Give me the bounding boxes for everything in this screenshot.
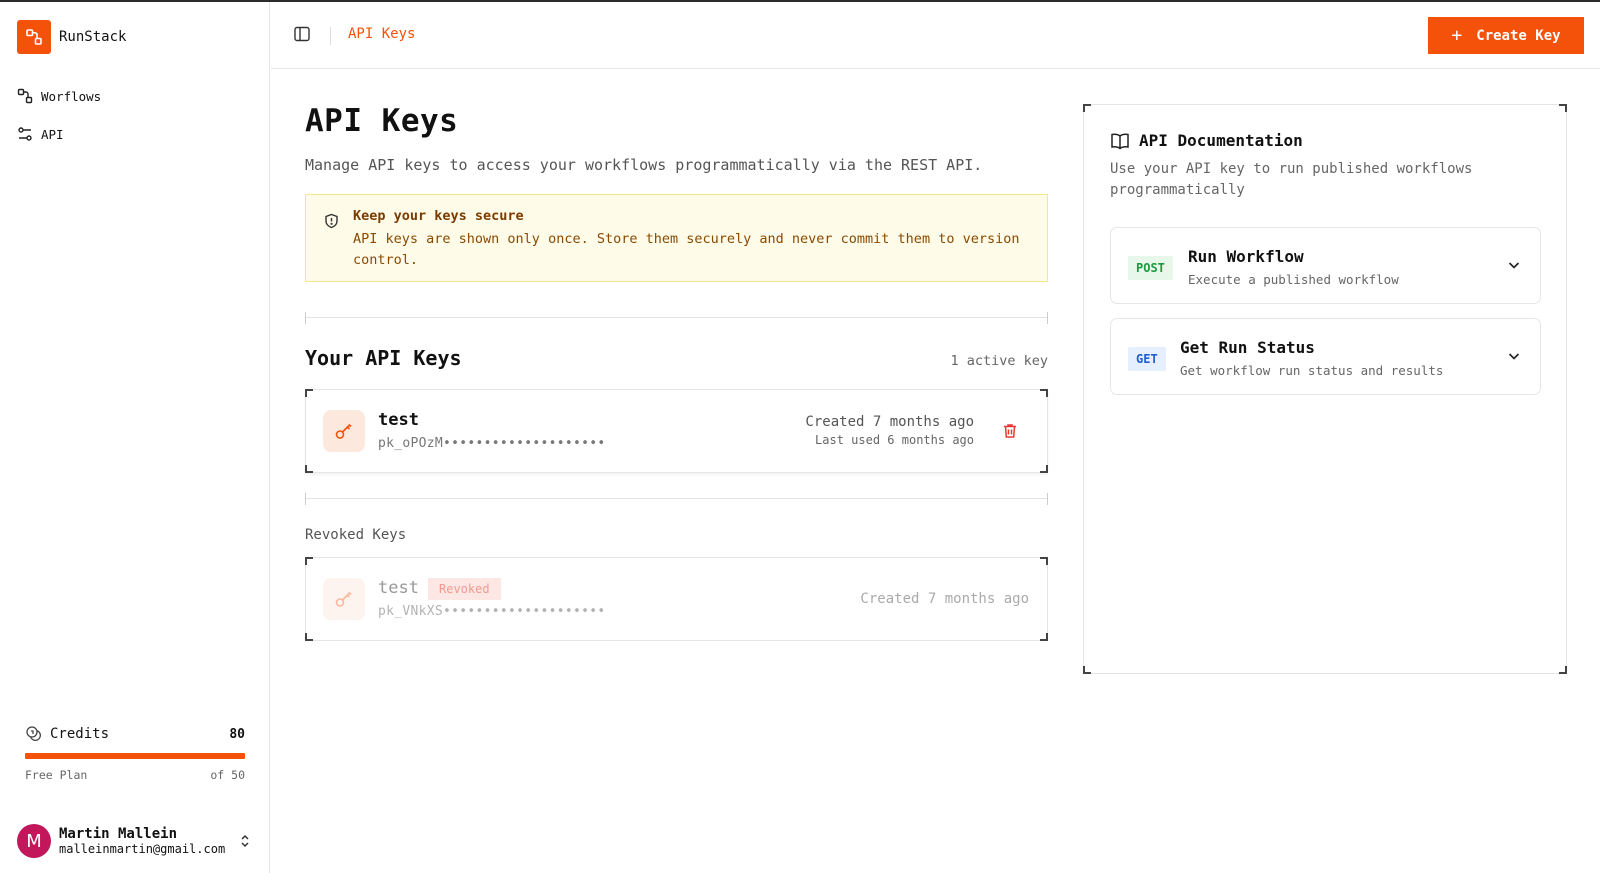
- api-docs-panel: API Documentation Use your API key to ru…: [1083, 104, 1567, 674]
- credits-progress-bar: [25, 753, 245, 759]
- endpoint-subtitle: Get workflow run status and results: [1180, 363, 1444, 378]
- docs-description: Use your API key to run published workfl…: [1110, 161, 1473, 198]
- key-masked-value: pk_VNkXS••••••••••••••••••••: [378, 604, 606, 619]
- revoked-keys-title: Revoked Keys: [305, 527, 407, 543]
- key-icon: [323, 410, 365, 452]
- user-name: Martin Mallein: [59, 826, 178, 842]
- plan-name: Free Plan: [25, 768, 88, 782]
- top-header: API Keys + Create Key: [271, 2, 1600, 69]
- book-open-icon: [1111, 133, 1129, 149]
- section-divider: [305, 312, 1048, 324]
- key-created: Created 7 months ago: [805, 414, 974, 430]
- method-badge: GET: [1128, 347, 1166, 371]
- key-masked-value: pk_oPOzM••••••••••••••••••••: [378, 436, 606, 451]
- coins-icon: [26, 726, 42, 742]
- sidebar-item-api[interactable]: API: [17, 123, 101, 145]
- workflow-icon: [17, 88, 33, 104]
- credits-total: of 50: [210, 768, 245, 782]
- alert-text: API keys are shown only once. Store them…: [353, 231, 1020, 268]
- sidebar-item-label: API: [41, 126, 64, 142]
- docs-title: API Documentation: [1110, 131, 1303, 150]
- endpoint-run-workflow[interactable]: POST Run Workflow Execute a published wo…: [1110, 227, 1541, 304]
- brand[interactable]: RunStack: [17, 20, 126, 54]
- key-last-used: Last used 6 months ago: [815, 433, 974, 447]
- page-description: Manage API keys to access your workflows…: [305, 156, 983, 174]
- user-menu[interactable]: M Martin Mallein malleinmartin@gmail.com: [17, 824, 253, 858]
- revoked-key-card: test Revoked pk_VNkXS•••••••••••••••••••…: [305, 557, 1048, 641]
- chevron-up-down-icon: [237, 833, 253, 849]
- avatar: M: [17, 824, 51, 858]
- key-icon: [323, 578, 365, 620]
- sidebar-item-workflows[interactable]: Worflows: [17, 85, 101, 107]
- alert-title: Keep your keys secure: [353, 208, 524, 224]
- your-keys-title: Your API Keys: [305, 346, 462, 370]
- revoked-badge: Revoked: [428, 578, 501, 600]
- main-content: API Keys Manage API keys to access your …: [305, 103, 1048, 641]
- sidebar-item-label: Worflows: [41, 88, 102, 104]
- section-divider: [305, 493, 1048, 505]
- trash-icon: [1004, 424, 1016, 438]
- breadcrumb[interactable]: API Keys: [348, 26, 415, 42]
- shield-alert-icon: [324, 213, 339, 233]
- delete-key-button[interactable]: [1001, 422, 1021, 442]
- key-name: test: [378, 578, 419, 598]
- header-divider: [330, 27, 331, 45]
- endpoint-subtitle: Execute a published workflow: [1188, 272, 1399, 287]
- create-key-button[interactable]: + Create Key: [1428, 17, 1584, 54]
- credits-progress-fill: [25, 753, 245, 759]
- endpoint-title: Get Run Status: [1180, 338, 1315, 357]
- key-created: Created 7 months ago: [860, 591, 1029, 607]
- page-title: API Keys: [305, 103, 459, 139]
- credits-label: Credits: [25, 725, 109, 743]
- endpoint-get-run-status[interactable]: GET Get Run Status Get workflow run stat…: [1110, 318, 1541, 395]
- sidebar: RunStack Worflows API Credits 80 Free Pl…: [0, 2, 270, 873]
- active-key-count: 1 active key: [950, 353, 1048, 369]
- security-alert: Keep your keys secure API keys are shown…: [305, 194, 1048, 282]
- chevron-down-icon: [1506, 348, 1522, 368]
- sidebar-panel-icon: [294, 26, 310, 42]
- endpoint-title: Run Workflow: [1188, 247, 1304, 266]
- sidebar-nav: Worflows API: [17, 85, 101, 161]
- chevron-down-icon: [1506, 257, 1522, 277]
- credits-widget: Credits 80 Free Plan of 50: [25, 725, 245, 782]
- brand-logo-icon: [17, 20, 51, 54]
- credits-value: 80: [229, 726, 245, 742]
- user-email: malleinmartin@gmail.com: [59, 842, 226, 856]
- brand-name: RunStack: [59, 29, 127, 45]
- plus-icon: +: [1451, 25, 1463, 46]
- api-icon: [18, 127, 32, 141]
- api-key-card: test pk_oPOzM•••••••••••••••••••• Create…: [305, 389, 1048, 473]
- key-name: test: [378, 410, 419, 430]
- method-badge: POST: [1128, 256, 1173, 280]
- sidebar-toggle-button[interactable]: [293, 25, 313, 45]
